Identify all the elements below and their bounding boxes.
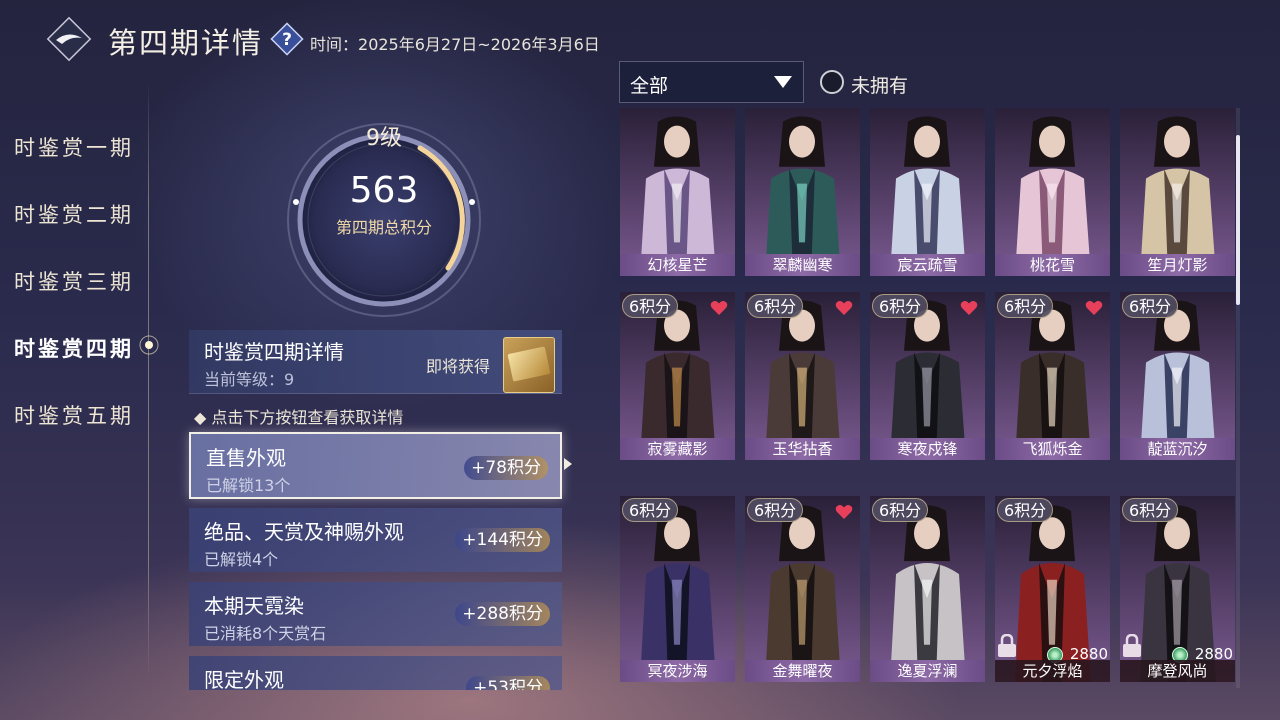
selected-arrow-icon: [564, 458, 572, 470]
outfit-name: 摩登风尚: [1120, 660, 1235, 682]
outfit-card[interactable]: 6积分逸夏浮澜: [870, 496, 985, 682]
outfit-card[interactable]: 6积分寂雾藏影: [620, 292, 735, 460]
level-label: 9级: [366, 126, 402, 151]
outfit-card[interactable]: 6积分冥夜涉海: [620, 496, 735, 682]
total-score: 563: [349, 170, 419, 211]
category-title: 绝品、天赏及神赐外观: [204, 520, 404, 544]
sidebar-item-season-5[interactable]: 时鉴赏五期: [14, 400, 134, 430]
filter-selected: 全部: [630, 75, 669, 97]
outfit-points-badge: 6积分: [622, 498, 679, 522]
sidebar-item-season-3[interactable]: 时鉴赏三期: [14, 266, 134, 296]
category-direct-sale[interactable]: 直售外观 已解锁13个 +78积分: [189, 432, 562, 499]
category-subtitle: 已消耗8个天赏石: [204, 624, 327, 643]
category-season-dye[interactable]: 本期天霓染 已消耗8个天赏石 +288积分: [189, 582, 562, 646]
outfit-name: 冥夜涉海: [620, 660, 735, 682]
outfit-points-badge: 6积分: [747, 294, 804, 318]
outfit-portrait: [620, 496, 735, 682]
total-score-label: 第四期总积分: [335, 218, 432, 237]
outfit-name: 元夕浮焰: [995, 660, 1110, 682]
lock-icon: [998, 634, 1016, 657]
season-detail-title: 时鉴赏四期详情: [204, 340, 344, 364]
category-title: 限定外观: [204, 668, 284, 690]
outfit-card[interactable]: 翠麟幽寒: [745, 108, 860, 276]
sidebar-item-season-4[interactable]: 时鉴赏四期: [14, 333, 134, 363]
outfit-name: 逸夏浮澜: [870, 660, 985, 682]
outfit-points-badge: 6积分: [1122, 498, 1179, 522]
sidebar-divider: [148, 80, 149, 680]
outfit-portrait: [870, 108, 985, 276]
outfit-portrait: [745, 108, 860, 276]
category-subtitle: 已解锁4个: [204, 550, 279, 569]
heart-icon[interactable]: [1085, 300, 1103, 316]
period-label: 时间：: [310, 35, 359, 54]
category-points-badge: +53积分: [466, 676, 550, 690]
outfit-points-badge: 6积分: [872, 294, 929, 318]
sidebar-item-season-2[interactable]: 时鉴赏二期: [14, 199, 134, 229]
outfit-points-badge: 6积分: [747, 498, 804, 522]
outfit-name: 桃花雪: [995, 254, 1110, 276]
outfit-portrait: [870, 496, 985, 682]
outfit-name: 金舞曜夜: [745, 660, 860, 682]
category-premium-outfits[interactable]: 绝品、天赏及神赐外观 已解锁4个 +144积分: [189, 508, 562, 572]
outfit-name: 寂雾藏影: [620, 438, 735, 460]
lock-icon: [1123, 634, 1141, 657]
heart-icon[interactable]: [710, 300, 728, 316]
category-subtitle: 已解锁13个: [206, 476, 291, 495]
upcoming-reward-label: 即将获得: [426, 357, 491, 376]
outfit-points-badge: 6积分: [997, 294, 1054, 318]
heart-icon[interactable]: [835, 300, 853, 316]
outfit-portrait: [1120, 108, 1235, 276]
outfit-portrait: [620, 108, 735, 276]
outfit-name: 宸云疏雪: [870, 254, 985, 276]
outfit-card[interactable]: 6积分靛蓝沉汐: [1120, 292, 1235, 460]
outfit-card[interactable]: 6积分玉华拈香: [745, 292, 860, 460]
outfit-points-badge: 6积分: [1122, 294, 1179, 318]
outfit-name: 靛蓝沉汐: [1120, 438, 1235, 460]
outfit-points-badge: 6积分: [622, 294, 679, 318]
outfit-card[interactable]: 桃花雪: [995, 108, 1110, 276]
category-limited-outfits[interactable]: 限定外观 +53积分: [189, 656, 562, 690]
svg-text:?: ?: [282, 30, 292, 50]
period-text: 时间：2025年6月27日~2026年3月6日: [310, 31, 600, 55]
outfit-name: 翠麟幽寒: [745, 254, 860, 276]
outfit-card[interactable]: 宸云疏雪: [870, 108, 985, 276]
current-level: 当前等级：9: [204, 370, 295, 389]
category-title: 直售外观: [206, 446, 286, 470]
outfit-card[interactable]: 幻核星芒: [620, 108, 735, 276]
outfit-name: 玉华拈香: [745, 438, 860, 460]
unowned-toggle-label[interactable]: 未拥有: [851, 71, 908, 98]
category-points-badge: +78积分: [464, 456, 548, 480]
outfit-portrait: [995, 108, 1110, 276]
active-marker-icon: [139, 335, 159, 355]
outfit-card[interactable]: 6积分寒夜戍锋: [870, 292, 985, 460]
outfit-card[interactable]: 笙月灯影: [1120, 108, 1235, 276]
outfit-portrait: [745, 496, 860, 682]
hint-text: ◆ 点击下方按钮查看获取详情: [194, 408, 404, 427]
outfit-points-badge: 6积分: [872, 498, 929, 522]
back-logo-icon[interactable]: [46, 16, 92, 62]
chevron-down-icon: [774, 76, 792, 88]
category-points-badge: +144积分: [455, 528, 550, 552]
outfit-name: 寒夜戍锋: [870, 438, 985, 460]
outfit-name: 幻核星芒: [620, 254, 735, 276]
outfit-card[interactable]: 6积分 2880 摩登风尚: [1120, 496, 1235, 682]
heart-icon[interactable]: [835, 504, 853, 520]
outfit-card[interactable]: 6积分金舞曜夜: [745, 496, 860, 682]
unowned-toggle[interactable]: [820, 70, 844, 94]
page-title: 第四期详情: [108, 26, 264, 60]
outfit-name: 飞狐烁金: [995, 438, 1110, 460]
sidebar-item-season-1[interactable]: 时鉴赏一期: [14, 132, 134, 162]
scrollbar-thumb[interactable]: [1236, 135, 1240, 305]
outfit-card[interactable]: 6积分 2880 元夕浮焰: [995, 496, 1110, 682]
category-points-badge: +288积分: [455, 602, 550, 626]
outfit-card[interactable]: 6积分飞狐烁金: [995, 292, 1110, 460]
category-clip: 限定外观 +53积分: [189, 656, 562, 690]
outfit-name: 笙月灯影: [1120, 254, 1235, 276]
heart-icon[interactable]: [960, 300, 978, 316]
category-title: 本期天霓染: [204, 594, 304, 618]
outfit-points-badge: 6积分: [997, 498, 1054, 522]
period-value: 2025年6月27日~2026年3月6日: [358, 35, 600, 54]
question-icon[interactable]: ?: [270, 22, 304, 56]
